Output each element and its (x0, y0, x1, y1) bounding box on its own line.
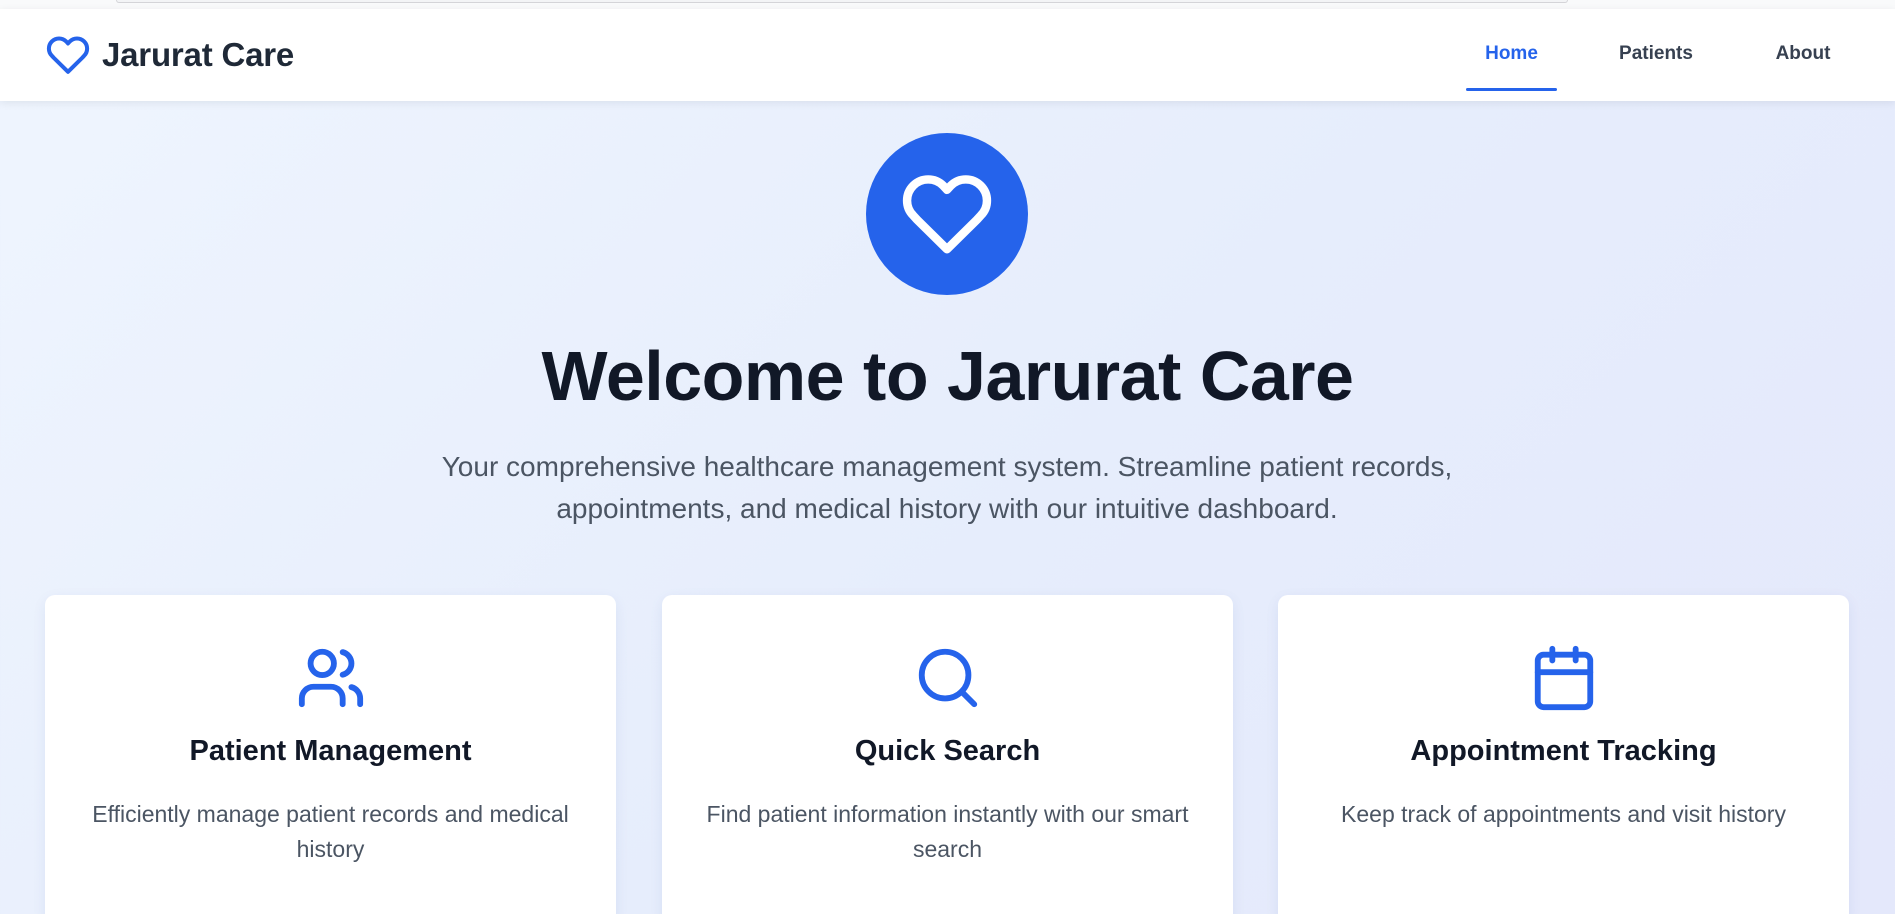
feature-card-quick-search: Quick Search Find patient information in… (662, 595, 1233, 914)
nav-link-home[interactable]: Home (1466, 43, 1557, 67)
browser-top-strip (0, 0, 1895, 9)
feature-description: Keep track of appointments and visit his… (1341, 801, 1786, 827)
scroll-indicator (116, 0, 1568, 3)
hero-subtitle: Your comprehensive healthcare management… (441, 451, 1453, 524)
heart-icon (902, 175, 992, 254)
feature-description: Find patient information instantly with … (706, 801, 1189, 862)
hero-title: Welcome to Jarurat Care (541, 337, 1354, 415)
brand[interactable]: Jarurat Care (44, 33, 294, 77)
feature-title: Patient Management (189, 735, 472, 767)
search-icon (918, 648, 977, 708)
nav-link-about[interactable]: About (1768, 43, 1838, 67)
feature-description: Efficiently manage patient records and m… (92, 801, 569, 862)
feature-card-appointment-tracking: Appointment Tracking Keep track of appoi… (1278, 595, 1849, 914)
navbar: Jarurat Care Home Patients About (0, 9, 1895, 101)
nav-link-patients[interactable]: Patients (1612, 43, 1700, 67)
active-nav-indicator (1466, 88, 1557, 91)
brand-name: Jarurat Care (102, 36, 295, 73)
feature-title: Quick Search (854, 735, 1041, 767)
feature-title: Appointment Tracking (1410, 735, 1717, 767)
feature-card-patient-management: Patient Management Efficiently manage pa… (45, 595, 616, 914)
calendar-icon (1534, 645, 1593, 711)
users-icon (298, 648, 363, 708)
heart-icon (46, 36, 90, 74)
hero-icon-badge (866, 133, 1028, 295)
